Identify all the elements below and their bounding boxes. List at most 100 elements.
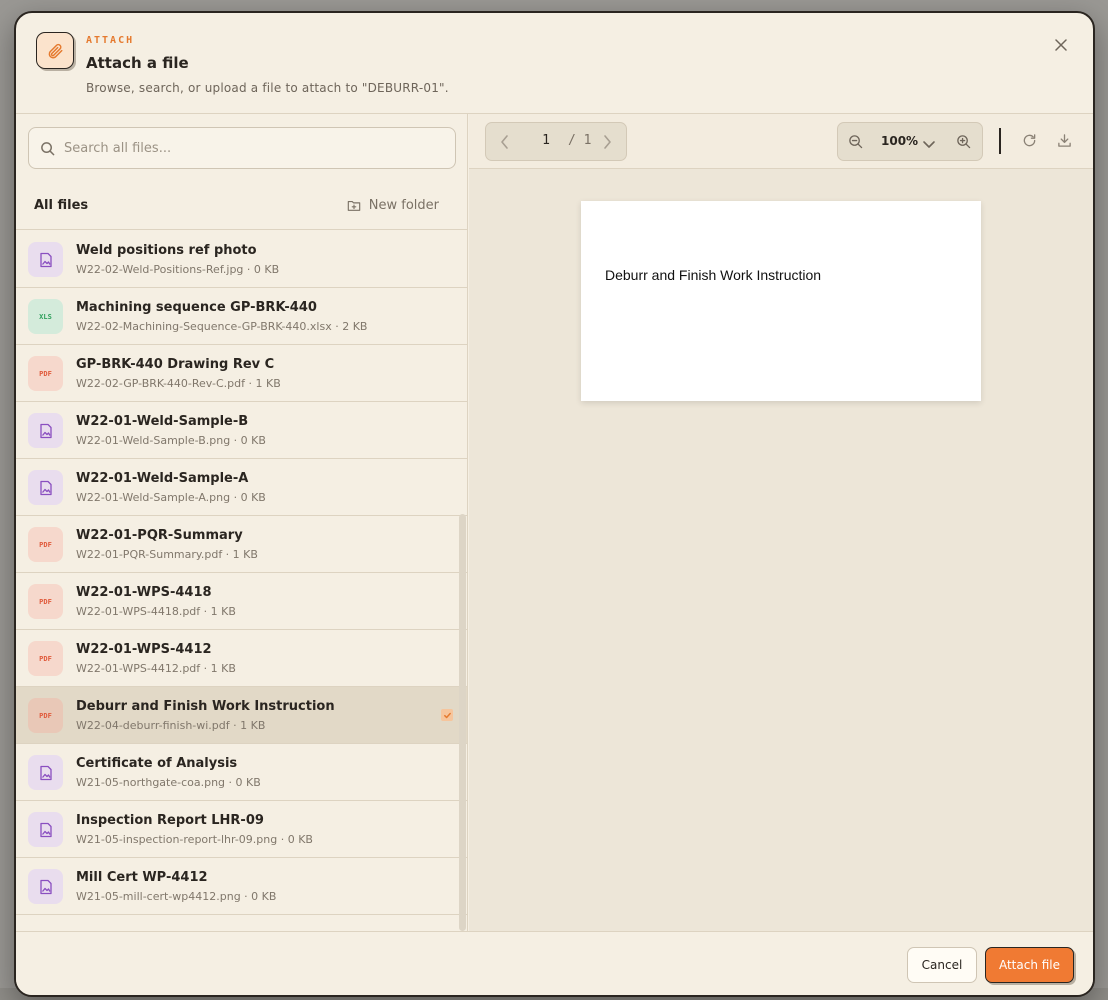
file-name: W22-01-WPS-4412 — [76, 642, 212, 657]
image-file-icon — [28, 470, 63, 505]
file-row[interactable]: Certificate of Analysis W21-05-northgate-… — [16, 744, 467, 801]
paperclip-icon — [36, 32, 74, 69]
file-meta: W22-01-PQR-Summary.pdf · 1 KB — [76, 548, 258, 561]
search-input[interactable] — [64, 140, 424, 156]
file-type-badge: PDF — [39, 654, 52, 663]
file-name: Mill Cert WP-4412 — [76, 870, 208, 885]
file-list-scrollbar[interactable] — [459, 514, 466, 931]
file-name: W22-01-PQR-Summary — [76, 528, 243, 543]
chevron-down-icon — [923, 141, 935, 148]
file-list: Weld positions ref photo W22-02-Weld-Posi… — [16, 231, 467, 931]
file-meta: W22-01-Weld-Sample-A.png · 0 KB — [76, 491, 266, 504]
search-box[interactable] — [28, 127, 456, 169]
file-meta: W22-02-GP-BRK-440-Rev-C.pdf · 1 KB — [76, 377, 281, 390]
pdf-file-icon: PDF — [28, 698, 63, 733]
zoom-in-icon — [957, 135, 971, 149]
file-meta: W22-01-Weld-Sample-B.png · 0 KB — [76, 434, 266, 447]
file-row[interactable]: W22-01-Weld-Sample-A W22-01-Weld-Sample-A… — [16, 459, 467, 516]
close-button[interactable] — [1053, 37, 1069, 53]
rotate-button[interactable] — [1022, 133, 1037, 152]
file-browser-panel: All files New folder Weld positions ref … — [16, 114, 468, 931]
file-name: Certificate of Analysis — [76, 756, 238, 771]
spreadsheet-file-icon: XLS — [28, 299, 63, 334]
file-type-badge: PDF — [39, 369, 52, 378]
file-name: W22-01-WPS-4418 — [76, 585, 212, 600]
image-file-icon — [28, 755, 63, 790]
file-meta: W21-05-northgate-coa.png · 0 KB — [76, 776, 261, 789]
file-row[interactable]: Inspection Report LHR-09 W21-05-inspectio… — [16, 801, 467, 858]
file-row[interactable]: PDF GP-BRK-440 Drawing Rev C W22-02-GP-BRK… — [16, 345, 467, 402]
file-meta: W22-02-Weld-Positions-Ref.jpg · 0 KB — [76, 263, 280, 276]
page-navigator: 1 / 1 — [485, 122, 627, 161]
image-file-icon — [28, 869, 63, 904]
attach-file-button[interactable]: Attach file — [985, 947, 1074, 983]
preview-toolbar: 1 / 1 100% — [469, 114, 1093, 169]
zoom-out-button[interactable] — [848, 134, 863, 153]
zoom-in-button[interactable] — [956, 134, 971, 153]
dialog-subtitle: Browse, search, or upload a file to atta… — [86, 81, 449, 95]
page-number-input[interactable]: 1 — [536, 133, 556, 148]
zoom-dropdown-button[interactable] — [922, 135, 936, 154]
prev-page-button[interactable] — [498, 134, 512, 154]
file-type-badge: XLS — [39, 312, 52, 321]
file-meta: W21-05-mill-cert-wp4412.png · 0 KB — [76, 890, 277, 903]
image-file-icon — [28, 413, 63, 448]
new-folder-label: New folder — [368, 197, 439, 213]
close-icon — [1055, 39, 1067, 51]
pdf-file-icon: PDF — [28, 641, 63, 676]
file-name: W22-01-Weld-Sample-B — [76, 414, 249, 429]
dialog-eyebrow: ATTACH — [86, 35, 135, 46]
preview-panel: 1 / 1 100% Deburr and Finish Work Instru… — [469, 114, 1093, 931]
download-button[interactable] — [1057, 133, 1072, 152]
document-page: Deburr and Finish Work Instruction — [581, 201, 981, 401]
file-row[interactable]: PDF W22-01-PQR-Summary W22-01-PQR-Summary.… — [16, 516, 467, 573]
image-file-icon — [28, 812, 63, 847]
pdf-file-icon: PDF — [28, 527, 63, 562]
attach-file-dialog: ATTACH Attach a file Browse, search, or … — [14, 11, 1095, 997]
file-row[interactable]: XLS Machining sequence GP-BRK-440 W22-02-M… — [16, 288, 467, 345]
dialog-title: Attach a file — [86, 54, 189, 72]
file-type-badge: PDF — [39, 597, 52, 606]
zoom-control: 100% — [837, 122, 983, 161]
cancel-button[interactable]: Cancel — [907, 947, 977, 983]
toolbar-divider — [999, 128, 1001, 154]
file-meta: W22-01-WPS-4418.pdf · 1 KB — [76, 605, 236, 618]
file-row[interactable]: PDF W22-01-WPS-4412 W22-01-WPS-4412.pdf · … — [16, 630, 467, 687]
file-name: Deburr and Finish Work Instruction — [76, 699, 335, 714]
file-meta: W22-02-Machining-Sequence-GP-BRK-440.xls… — [76, 320, 368, 333]
file-row[interactable]: Weld positions ref photo W22-02-Weld-Posi… — [16, 231, 467, 288]
document-heading: Deburr and Finish Work Instruction — [605, 267, 822, 283]
page-total: / 1 — [568, 133, 592, 148]
file-name: W22-01-Weld-Sample-A — [76, 471, 249, 486]
breadcrumb-all-files[interactable]: All files — [34, 198, 88, 213]
dialog-header: ATTACH Attach a file Browse, search, or … — [16, 13, 1093, 114]
folder-plus-icon — [347, 200, 361, 211]
file-type-badge: PDF — [39, 540, 52, 549]
file-meta: W22-04-deburr-finish-wi.pdf · 1 KB — [76, 719, 266, 732]
chevron-left-icon — [501, 135, 508, 149]
new-folder-button[interactable]: New folder — [347, 198, 439, 213]
chevron-right-icon — [604, 135, 611, 149]
file-type-badge: PDF — [39, 711, 52, 720]
search-icon — [41, 141, 55, 155]
file-row[interactable]: PDF W22-01-WPS-4418 W22-01-WPS-4418.pdf · … — [16, 573, 467, 630]
next-page-button[interactable] — [600, 134, 614, 154]
file-row[interactable]: Mill Cert WP-4412 W21-05-mill-cert-wp4412… — [16, 858, 467, 915]
file-meta: W22-01-WPS-4412.pdf · 1 KB — [76, 662, 236, 675]
folder-bar: All files New folder — [16, 181, 467, 230]
zoom-level[interactable]: 100% — [881, 134, 918, 148]
dialog-footer: Cancel Attach file — [16, 931, 1093, 995]
image-file-icon — [28, 242, 63, 277]
file-name: GP-BRK-440 Drawing Rev C — [76, 357, 275, 372]
file-row[interactable]: PDF Deburr and Finish Work Instruction W22… — [16, 687, 467, 744]
pdf-file-icon: PDF — [28, 584, 63, 619]
selected-check-icon[interactable] — [441, 709, 453, 721]
file-name: Machining sequence GP-BRK-440 — [76, 300, 317, 315]
file-name: Weld positions ref photo — [76, 243, 257, 258]
file-row[interactable]: W22-01-Weld-Sample-B W22-01-Weld-Sample-B… — [16, 402, 467, 459]
file-name: Inspection Report LHR-09 — [76, 813, 264, 828]
download-icon — [1058, 134, 1071, 147]
pdf-file-icon: PDF — [28, 356, 63, 391]
rotate-icon — [1023, 134, 1036, 147]
file-meta: W21-05-inspection-report-lhr-09.png · 0 … — [76, 833, 313, 846]
